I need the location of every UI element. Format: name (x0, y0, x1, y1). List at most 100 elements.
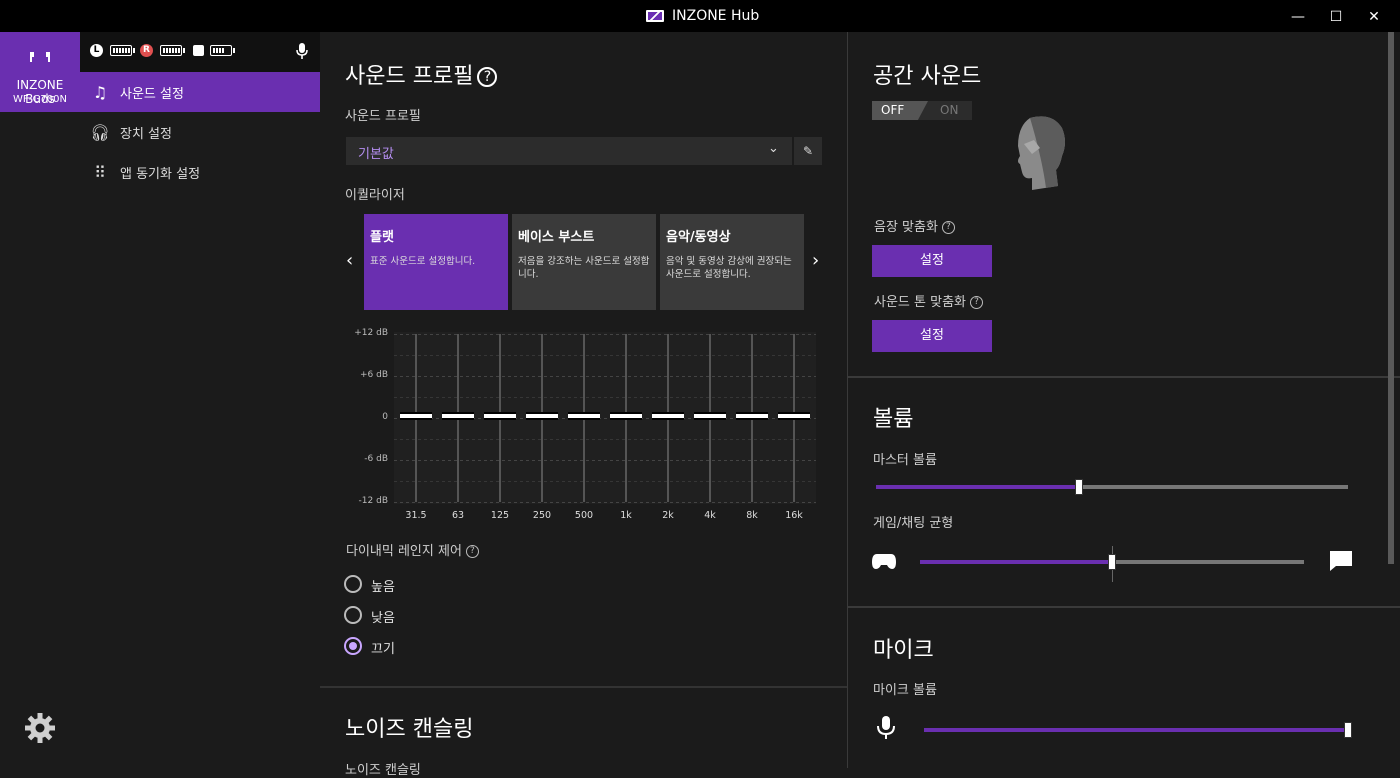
mic-icon (877, 716, 895, 739)
inzone-logo-icon (646, 10, 664, 22)
chat-bubble-icon (1330, 551, 1352, 571)
preset-next-arrow-icon[interactable]: › (812, 250, 819, 271)
gear-icon[interactable] (24, 712, 56, 744)
eq-band-label: 8k (746, 510, 758, 521)
toggle-off-label: OFF (872, 101, 928, 120)
preset-title: 음악/동영상 (666, 230, 731, 245)
device-tile[interactable]: INZONE Buds WF-G700N (0, 32, 80, 112)
help-icon[interactable]: ? (477, 67, 498, 87)
eq-band-handle[interactable] (526, 412, 558, 420)
noise-cancel-heading: 노이즈 캔슬링 (345, 717, 474, 742)
eq-band-handle[interactable] (652, 412, 684, 420)
left-bud-icon: L (90, 44, 103, 57)
app-title: INZONE Hub (646, 8, 759, 24)
preset-card-music-video[interactable]: 음악/동영상 음악 및 동영상 감상에 권장되는 사운드로 설정합니다. (660, 214, 804, 310)
case-battery-icon (210, 45, 235, 56)
nav-item-label: 사운드 설정 (120, 86, 184, 102)
radio-high[interactable] (344, 575, 362, 593)
volume-heading: 볼륨 (873, 407, 914, 432)
preset-title: 베이스 부스트 (518, 230, 595, 245)
preset-prev-arrow-icon[interactable]: ‹ (346, 250, 353, 271)
spatial-sound-toggle[interactable]: OFF ON (872, 101, 972, 120)
radio-label-off: 끄기 (371, 642, 395, 657)
music-note-icon: ♫ (92, 82, 108, 102)
eq-band-handle[interactable] (568, 412, 600, 420)
device-bar (0, 32, 80, 768)
eq-band-handle[interactable] (484, 412, 516, 420)
radio-label-high: 높음 (371, 580, 395, 595)
title-bar: INZONE Hub — ☐ ✕ (0, 0, 1400, 32)
eq-band-label: 500 (574, 510, 594, 521)
eq-band-handle[interactable] (442, 412, 474, 420)
battery-status-row: L R (80, 32, 320, 72)
help-icon[interactable]: ? (941, 221, 955, 234)
master-volume-slider[interactable] (876, 485, 1348, 489)
eq-band-label: 63 (451, 510, 465, 521)
headphones-icon: 🎧︎ (89, 122, 111, 142)
preset-desc: 음악 및 동영상 감상에 권장되는 사운드로 설정합니다. (666, 256, 792, 280)
eq-band-handle[interactable] (694, 412, 726, 420)
eq-band-label: 125 (490, 510, 510, 521)
pencil-icon: ✎ (802, 144, 814, 158)
help-icon[interactable]: ? (970, 296, 983, 309)
radio-low[interactable] (344, 606, 362, 624)
eq-db-label: +6 dB (359, 370, 388, 380)
right-bud-icon: R (140, 44, 153, 57)
minimize-button[interactable]: — (1288, 8, 1308, 26)
slider-fill (876, 485, 1079, 489)
section-divider (320, 686, 847, 688)
scrollbar[interactable] (1388, 32, 1394, 564)
nav-item-app-sync-settings[interactable]: ⠿ 앱 동기화 설정 (80, 152, 320, 192)
sound-field-label: 음장 맞춤화? (874, 216, 955, 235)
help-icon[interactable]: ? (465, 545, 479, 558)
mic-volume-thumb[interactable] (1344, 722, 1352, 738)
preset-card-bass-boost[interactable]: 베이스 부스트 저음을 강조하는 사운드로 설정합니다. (512, 214, 656, 310)
nav-item-sound-settings[interactable]: ♫ 사운드 설정 (80, 72, 320, 112)
preset-desc: 저음을 강조하는 사운드로 설정합니다. (518, 256, 650, 280)
spatial-sound-heading: 공간 사운드 (873, 64, 982, 89)
sound-profile-heading: 사운드 프로필? (345, 58, 498, 90)
chevron-down-icon[interactable]: ⌄ (768, 141, 779, 156)
case-icon (193, 45, 204, 56)
dynamic-range-label: 다이내믹 레인지 제어? (346, 540, 479, 559)
device-model: WF-G700N (13, 94, 67, 105)
dynamic-range-label-text: 다이내믹 레인지 제어 (346, 544, 462, 559)
eq-band-handle[interactable] (610, 412, 642, 420)
sound-profile-label: 사운드 프로필 (345, 109, 421, 124)
mic-volume-label: 마이크 볼륨 (873, 683, 937, 698)
eq-band-handle[interactable] (778, 412, 810, 420)
eq-band-label: 16k (785, 510, 803, 521)
game-chat-balance-thumb[interactable] (1108, 554, 1116, 570)
eq-db-label: +12 dB (354, 328, 388, 338)
radio-off[interactable] (344, 637, 362, 655)
nav-item-label: 앱 동기화 설정 (120, 166, 201, 182)
sound-tone-setup-button[interactable]: 설정 (872, 320, 992, 352)
noise-cancel-label: 노이즈 캔슬링 (345, 763, 421, 778)
app-title-text: INZONE Hub (672, 8, 760, 24)
grid-icon: ⠿ (94, 162, 106, 182)
eq-band-label: 31.5 (405, 510, 427, 521)
panel-divider (847, 32, 848, 768)
close-button[interactable]: ✕ (1364, 8, 1384, 26)
sound-field-setup-button[interactable]: 설정 (872, 245, 992, 277)
head-model-icon (1018, 116, 1065, 190)
preset-card-flat[interactable]: 플랫 표준 사운드로 설정합니다. (364, 214, 508, 310)
mic-heading: 마이크 (873, 638, 934, 663)
slider-fill (924, 728, 1352, 732)
eq-db-label: -12 dB (358, 496, 388, 506)
eq-band-label: 1k (620, 510, 632, 521)
maximize-button[interactable]: ☐ (1326, 8, 1346, 26)
sound-profile-select[interactable]: 기본값 (346, 137, 792, 165)
sound-tone-label-text: 사운드 톤 맞춤화 (874, 295, 966, 310)
edit-profile-button[interactable]: ✎ (794, 137, 822, 165)
eq-band-label: 4k (704, 510, 716, 521)
mic-volume-slider[interactable] (924, 728, 1352, 732)
eq-gridline (394, 502, 816, 503)
eq-db-label: 0 (382, 412, 388, 422)
eq-band-handle[interactable] (736, 412, 768, 420)
master-volume-thumb[interactable] (1074, 479, 1083, 495)
mic-icon[interactable] (296, 43, 308, 60)
nav-item-device-settings[interactable]: 🎧︎ 장치 설정 (80, 112, 320, 152)
eq-band-handle[interactable] (400, 412, 432, 420)
sound-tone-label: 사운드 톤 맞춤화? (874, 291, 983, 310)
